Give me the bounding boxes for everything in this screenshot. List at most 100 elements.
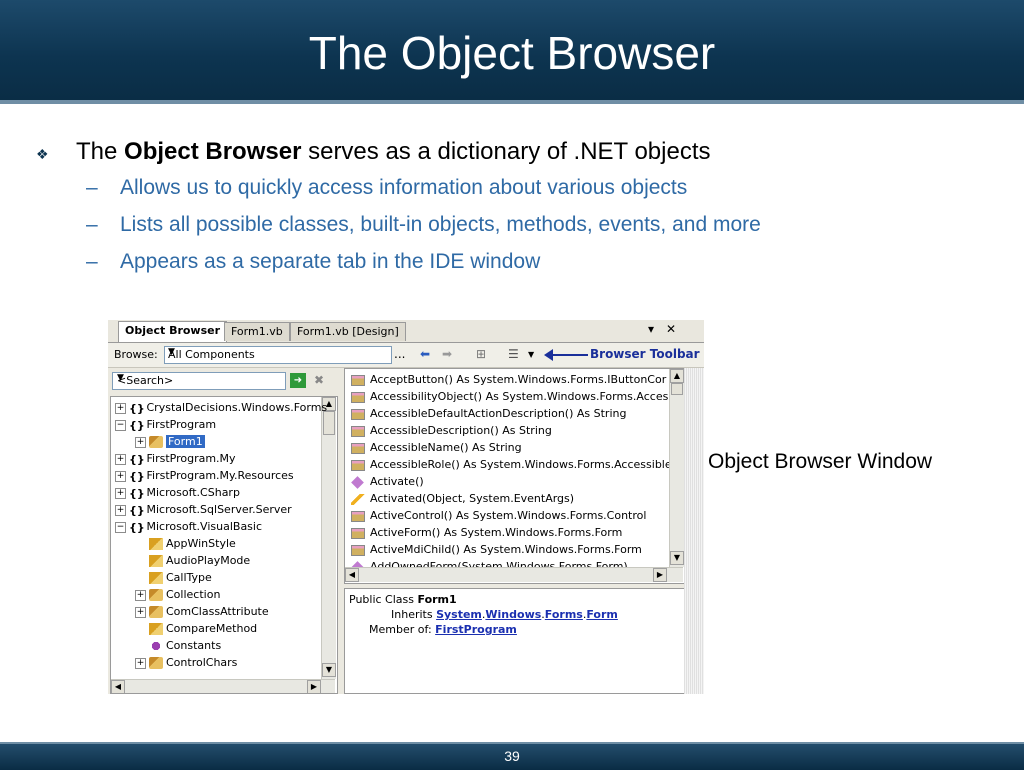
expand-icon[interactable]: + [115, 470, 126, 482]
enum-icon [149, 538, 163, 550]
inherits-line: Inherits System.Windows.Forms.Form [391, 608, 618, 621]
member-item[interactable]: Activated(Object, System.EventArgs) [345, 490, 574, 507]
tree-item-label: CallType [166, 571, 212, 584]
back-arrow-icon[interactable]: ⬅ [420, 347, 430, 361]
tree-item[interactable]: −{} Microsoft.VisualBasic [115, 518, 262, 535]
tree-item[interactable]: AudioPlayMode [135, 552, 250, 569]
tree-vertical-scrollbar[interactable]: ▲ ▼ [321, 397, 336, 679]
property-icon [351, 510, 365, 522]
tree-item[interactable]: +{} FirstProgram.My [115, 450, 236, 467]
inherits-link-forms[interactable]: Forms [545, 608, 583, 621]
scroll-right-icon[interactable]: ▶ [307, 680, 321, 693]
tree-item[interactable]: + ControlChars [135, 654, 237, 671]
expand-icon[interactable]: + [135, 606, 146, 618]
scroll-down-icon[interactable]: ▼ [322, 663, 336, 677]
search-go-button[interactable]: ➜ [290, 373, 306, 388]
scroll-left-icon[interactable]: ◀ [345, 568, 359, 582]
member-item[interactable]: AccessibleName() As String [345, 439, 522, 456]
expand-icon[interactable]: + [115, 453, 126, 465]
member-item[interactable]: AccessibleDescription() As String [345, 422, 552, 439]
inherits-link-form[interactable]: Form [586, 608, 618, 621]
property-icon [351, 425, 365, 437]
tree-item[interactable]: +{} Microsoft.CSharp [115, 484, 240, 501]
tree-horizontal-scrollbar[interactable]: ◀ ▶ [111, 679, 335, 693]
tree-item-label: Microsoft.CSharp [146, 486, 240, 499]
property-icon [351, 527, 365, 539]
inherits-link-system[interactable]: System [436, 608, 482, 621]
tab-form1-vb[interactable]: Form1.vb [224, 322, 290, 341]
window-dropdown-icon[interactable]: ▾ [648, 322, 654, 336]
tree-item[interactable]: + ComClassAttribute [135, 603, 269, 620]
tree-item[interactable]: CompareMethod [135, 620, 257, 637]
settings-dropdown-icon[interactable]: ▼ [528, 350, 534, 359]
collapse-icon[interactable]: − [115, 521, 126, 533]
annotation-arrow-line [548, 354, 588, 356]
member-item[interactable]: AccessibleDefaultActionDescription() As … [345, 405, 626, 422]
scroll-down-icon[interactable]: ▼ [670, 551, 684, 565]
scroll-right-icon[interactable]: ▶ [653, 568, 667, 582]
tree-item[interactable]: + Collection [135, 586, 220, 603]
scroll-left-icon[interactable]: ◀ [111, 680, 125, 693]
scroll-thumb[interactable] [671, 383, 683, 395]
settings-icon[interactable]: ☰ [508, 347, 519, 361]
namespace-icon: {} [129, 401, 145, 415]
add-reference-icon[interactable]: ⊞ [476, 347, 486, 361]
close-icon[interactable]: ✕ [666, 322, 676, 336]
expand-icon[interactable]: + [135, 589, 146, 601]
members-horizontal-scrollbar[interactable]: ◀ ▶ [345, 567, 683, 582]
member-label: AcceptButton() As System.Windows.Forms.I… [370, 373, 667, 386]
scroll-up-icon[interactable]: ▲ [670, 369, 684, 383]
edit-custom-set-button[interactable]: ... [394, 347, 405, 361]
member-item[interactable]: ActiveControl() As System.Windows.Forms.… [345, 507, 646, 524]
tree-item-label: ComClassAttribute [166, 605, 269, 618]
method-icon [351, 475, 364, 489]
module-icon [149, 640, 163, 652]
tree-item-label: Collection [166, 588, 221, 601]
member-item[interactable]: AccessibilityObject() As System.Windows.… [345, 388, 668, 405]
member-item[interactable]: Activate() [345, 473, 424, 490]
tree-item[interactable]: Constants [135, 637, 221, 654]
tree-item[interactable]: AppWinStyle [135, 535, 236, 552]
description-pane: Public Class Form1 Inherits System.Windo… [344, 588, 686, 694]
tree-item[interactable]: +{} CrystalDecisions.Windows.Forms [115, 399, 327, 416]
forward-arrow-icon[interactable]: ➡ [442, 347, 452, 361]
members-pane: AddOwnedForm(System.Windows.Forms.Form)A… [344, 368, 686, 584]
collapse-icon[interactable]: − [115, 419, 126, 431]
tree-item[interactable]: −{} FirstProgram [115, 416, 216, 433]
chevron-down-icon: ▼ [117, 373, 124, 383]
tab-object-browser[interactable]: Object Browser [118, 321, 228, 342]
expand-icon[interactable]: + [115, 504, 126, 516]
expand-icon[interactable]: + [115, 487, 126, 499]
member-label: AccessibleRole() As System.Windows.Forms… [370, 458, 672, 471]
member-item[interactable]: AccessibleRole() As System.Windows.Forms… [345, 456, 672, 473]
tree-item[interactable]: +{} FirstProgram.My.Resources [115, 467, 294, 484]
slide-title: The Object Browser [308, 27, 716, 79]
member-label: ActiveMdiChild() As System.Windows.Forms… [370, 543, 642, 556]
expand-icon[interactable]: + [135, 657, 146, 669]
tree-item[interactable]: + Form1 [135, 433, 205, 450]
members-vertical-scrollbar[interactable]: ▲ ▼ [669, 369, 684, 567]
namespace-icon: {} [129, 520, 145, 534]
tree-item[interactable]: CallType [135, 569, 212, 586]
tree-item-label: AppWinStyle [166, 537, 236, 550]
tab-form1-design[interactable]: Form1.vb [Design] [290, 322, 406, 341]
clear-search-icon[interactable]: ✖ [314, 373, 324, 387]
member-item[interactable]: ActiveForm() As System.Windows.Forms.For… [345, 524, 622, 541]
member-item[interactable]: AcceptButton() As System.Windows.Forms.I… [345, 371, 666, 388]
property-icon [351, 408, 365, 420]
member-item[interactable]: ActiveMdiChild() As System.Windows.Forms… [345, 541, 642, 558]
expand-icon[interactable]: + [135, 436, 146, 448]
tree-item-label: FirstProgram.My.Resources [146, 469, 294, 482]
tree-item[interactable]: +{} Microsoft.SqlServer.Server [115, 501, 292, 518]
search-input[interactable]: <Search> ▼ [112, 372, 286, 390]
tree-item-label: CrystalDecisions.Windows.Forms [146, 401, 328, 414]
object-browser-window: Object Browser Form1.vb Form1.vb [Design… [108, 320, 704, 694]
namespace-icon: {} [129, 503, 145, 517]
expand-icon[interactable]: + [115, 402, 126, 414]
browse-label: Browse: [114, 348, 158, 361]
browser-toolbar: Browse: All Components ▼ ... ⬅ ➡ ⊞ ☰ ▼ B… [108, 343, 704, 368]
inherits-link-windows[interactable]: Windows [485, 608, 541, 621]
enum-icon [149, 623, 163, 635]
member-of-link[interactable]: FirstProgram [435, 623, 517, 636]
browse-scope-select[interactable]: All Components ▼ [164, 346, 392, 364]
